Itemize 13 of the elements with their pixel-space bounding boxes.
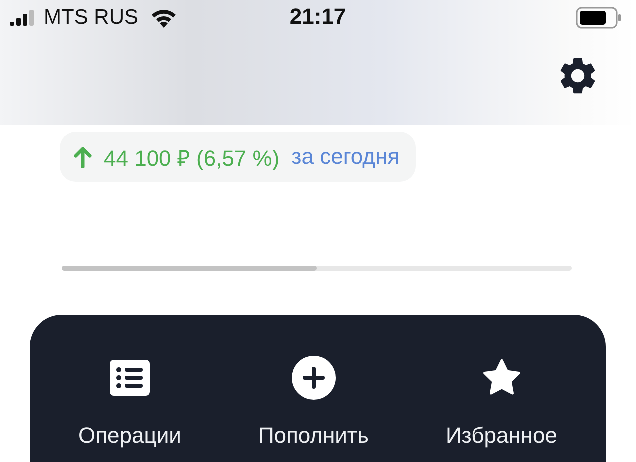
arrow-up-icon <box>74 146 92 168</box>
action-button[interactable]: Избранное <box>446 355 558 451</box>
star-icon <box>482 359 522 397</box>
period-label: за сегодня <box>292 144 400 170</box>
plus-icon <box>292 356 336 400</box>
signal-icon <box>10 10 36 26</box>
action-button[interactable]: Пополнить <box>258 355 369 451</box>
action-button[interactable]: Операции <box>78 355 182 451</box>
list-icon <box>110 359 150 397</box>
change-amount: 44 100 ₽ (6,57 %) <box>104 145 280 172</box>
clock-time: 21:17 <box>290 4 346 30</box>
carrier-name: MTS RUS <box>44 6 138 30</box>
battery-icon <box>576 7 622 29</box>
